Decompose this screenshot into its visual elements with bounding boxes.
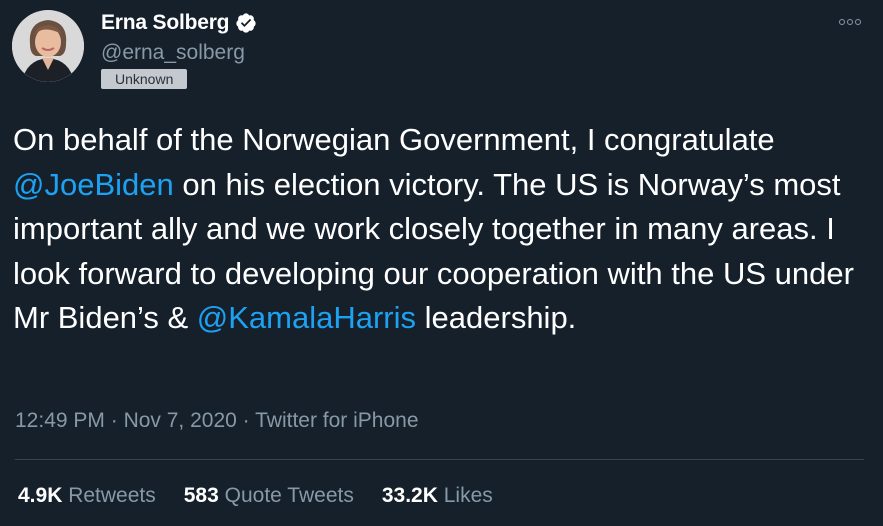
mention-joebiden-link[interactable]: @JoeBiden — [13, 167, 174, 202]
mention-kamalaharris-link[interactable]: @KamalaHarris — [197, 300, 416, 335]
tweet-text: On behalf of the Norwegian Government, I… — [13, 118, 873, 341]
likes-count: 33.2K — [381, 484, 438, 507]
author-name[interactable]: Erna Solberg — [101, 11, 229, 35]
quote-tweets-label: Quote Tweets — [224, 484, 354, 507]
dot-icon — [847, 19, 853, 25]
divider — [15, 459, 864, 460]
avatar[interactable] — [12, 10, 84, 82]
more-options-icon[interactable] — [837, 10, 863, 34]
tweet-stats: 4.9K Retweets 583 Quote Tweets 33.2K Lik… — [18, 484, 493, 508]
tweet-text-part: leadership. — [416, 300, 577, 335]
separator: · — [236, 409, 256, 432]
avatar-portrait — [12, 10, 84, 82]
verified-badge-icon — [236, 13, 256, 33]
tweet-time-link[interactable]: 12:49 PM — [15, 409, 105, 432]
tweet-source-link[interactable]: Twitter for iPhone — [255, 409, 418, 432]
likes-stat[interactable]: 33.2K Likes — [382, 484, 493, 508]
quote-tweets-count: 583 — [183, 484, 219, 507]
tweet-text-part: On behalf of the Norwegian Government, I… — [13, 122, 775, 157]
status-badge: Unknown — [101, 69, 188, 89]
author-handle[interactable]: @erna_solberg — [101, 41, 245, 65]
retweets-label: Retweets — [68, 484, 156, 507]
dot-icon — [839, 19, 845, 25]
tweet-date-link[interactable]: Nov 7, 2020 — [124, 409, 237, 432]
retweets-count: 4.9K — [18, 484, 63, 507]
quote-tweets-stat[interactable]: 583 Quote Tweets — [184, 484, 354, 508]
tweet-metadata: 12:49 PM · Nov 7, 2020 · Twitter for iPh… — [15, 409, 419, 433]
likes-label: Likes — [443, 484, 493, 507]
dot-icon — [855, 19, 861, 25]
author-name-row: Erna Solberg — [101, 11, 257, 35]
separator: · — [104, 409, 124, 432]
retweets-stat[interactable]: 4.9K Retweets — [18, 484, 156, 508]
